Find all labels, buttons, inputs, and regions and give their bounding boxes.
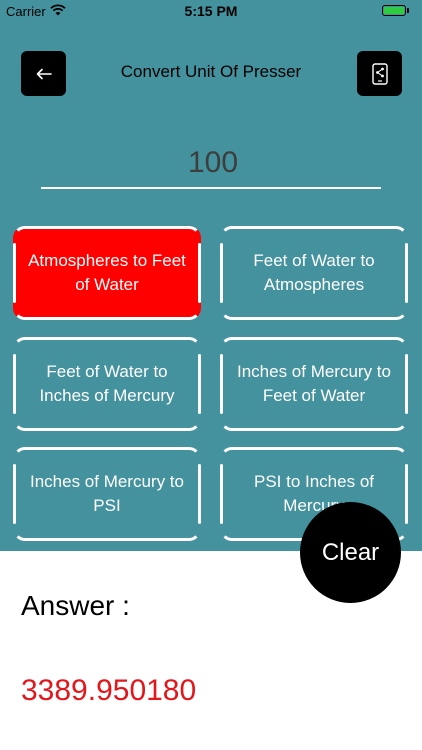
conversion-button-atm-to-ftwater[interactable]: Atmospheres to Feet of Water [13, 226, 201, 320]
answer-value: 3389.950180 [21, 674, 197, 707]
conversion-label: Inches of Mercury to PSI [29, 472, 184, 515]
input-underline [41, 187, 381, 189]
back-button[interactable] [21, 51, 66, 96]
conversion-button-inhg-to-psi[interactable]: Inches of Mercury to PSI [13, 447, 201, 541]
conversion-button-ftwater-to-inhg[interactable]: Feet of Water to Inches of Mercury [13, 337, 201, 431]
phone-share-icon [371, 62, 388, 85]
status-bar: Carrier 5:15 PM [0, 0, 422, 22]
conversion-label: Feet of Water to Atmospheres [253, 251, 375, 294]
share-button[interactable] [357, 51, 402, 96]
conversion-label: Atmospheres to Feet of Water [28, 251, 186, 294]
battery-cap [407, 8, 409, 13]
clear-button[interactable]: Clear [300, 502, 401, 603]
arrow-left-icon [36, 68, 52, 79]
value-input[interactable] [41, 140, 385, 186]
page-title: Convert Unit Of Presser [120, 62, 302, 81]
conversion-button-ftwater-to-atm[interactable]: Feet of Water to Atmospheres [220, 226, 408, 320]
answer-label: Answer : [21, 590, 130, 621]
conversion-button-inhg-to-ftwater[interactable]: Inches of Mercury to Feet of Water [220, 337, 408, 431]
conversion-label: Inches of Mercury to Feet of Water [236, 362, 391, 405]
conversion-label: Feet of Water to Inches of Mercury [39, 362, 175, 405]
battery-icon [382, 5, 406, 16]
status-time: 5:15 PM [184, 3, 238, 19]
